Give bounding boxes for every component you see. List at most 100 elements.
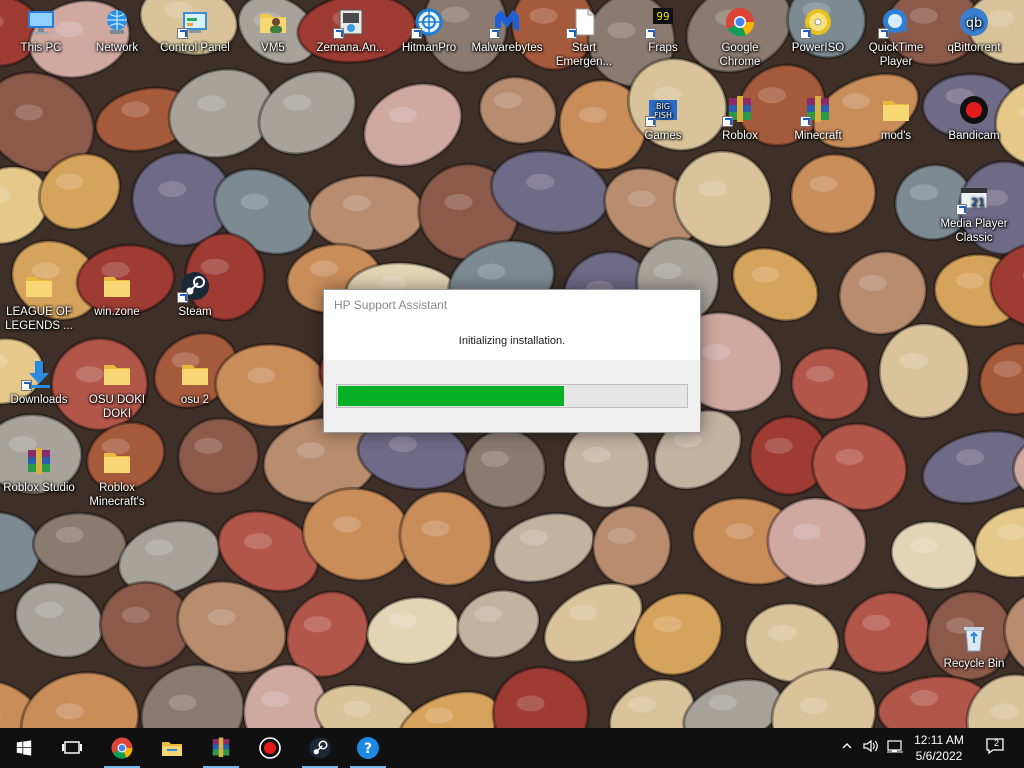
pebble-highlight [764, 437, 793, 454]
desktop-icon-label: This PC [20, 42, 62, 54]
taskbar-file-explorer-button[interactable] [148, 728, 196, 768]
desktop-icon-quicktime[interactable]: QuickTime Player [858, 6, 934, 69]
task-view-button[interactable] [48, 728, 96, 768]
dialog-titlebar[interactable]: HP Support Assistant [324, 290, 700, 320]
desktop-icon-google-chrome[interactable]: Google Chrome [702, 6, 778, 69]
taskbar[interactable]: ? 12:11 AM 5/6/2022 2 [0, 728, 1024, 768]
chrome-icon [110, 736, 134, 760]
winrar-archive-icon [722, 94, 756, 127]
desktop-icon-zemana[interactable]: Zemana.An... [313, 6, 389, 55]
desktop-icon-label: LEAGUE OF LEGENDS ... [5, 306, 73, 332]
volume-icon [862, 738, 880, 759]
taskbar-winrar-button[interactable] [197, 728, 245, 768]
malwarebytes-icon [489, 6, 523, 39]
desktop-icon-roblox-minecrafts[interactable]: Roblox Minecraft's [79, 446, 155, 509]
pebble-highlight [296, 442, 325, 459]
pebble-highlight [421, 520, 450, 537]
start-button[interactable] [0, 728, 48, 768]
desktop-icon-downloads[interactable]: Downloads [1, 358, 77, 407]
desktop-icon-malwarebytes[interactable]: Malwarebytes [469, 6, 545, 55]
desktop-icon-steam[interactable]: Steam [157, 270, 233, 319]
pebble-highlight [343, 700, 372, 717]
pebble-highlight [653, 263, 682, 280]
action-center-button[interactable] [980, 728, 1010, 768]
qbittorrent-icon: qb [958, 6, 990, 38]
pebble-highlight [197, 95, 226, 112]
desktop-icon-fraps[interactable]: 99 Fraps [625, 6, 701, 55]
taskbar-chrome-button[interactable] [98, 728, 146, 768]
dialog-content: Initializing installation. [324, 320, 700, 360]
pebble-highlight [725, 523, 754, 540]
pebble-highlight [261, 691, 289, 708]
pebble-highlight [955, 272, 984, 289]
pebble-highlight [799, 697, 828, 714]
desktop-icon-label: Malwarebytes [471, 42, 543, 54]
pebble-highlight [993, 361, 1022, 377]
status-message: Initializing installation. [458, 335, 566, 347]
desktop-icon-roblox-studio[interactable]: Roblox Studio [1, 446, 77, 495]
desktop-icon-label: OSU DOKI DOKI [88, 394, 146, 420]
desktop-icon-vm5[interactable]: VM5 [235, 6, 311, 55]
desktop-icon-osu-2[interactable]: osu 2 [157, 358, 233, 407]
pebble-highlight [283, 94, 312, 111]
pebble-highlight [55, 526, 84, 543]
desktop-icon-label: Zemana.An... [316, 42, 386, 54]
desktop-icon-control-panel[interactable]: Control Panel [157, 6, 233, 55]
installer-dialog[interactable]: HP Support Assistant Initializing instal… [323, 289, 701, 433]
desktop-icon-start-emergency[interactable]: Start Emergen... [546, 6, 622, 69]
desktop-icon-label: Google Chrome [719, 42, 761, 68]
desktop-icon-games[interactable]: BIG FISH Games [625, 94, 701, 143]
dialog-title: HP Support Assistant [334, 298, 448, 312]
pebble-highlight [333, 516, 361, 533]
desktop-icon-win-zone[interactable]: win.zone [79, 270, 155, 319]
desktop-icon-qbittorrent[interactable]: qb qBittorrent [936, 6, 1012, 55]
folder-icon [101, 270, 133, 302]
pebble-highlight [194, 437, 223, 454]
media-player-classic-icon: 21 [956, 182, 990, 215]
show-hidden-icons-button[interactable] [838, 728, 856, 768]
taskbar-bandicam-button[interactable] [246, 728, 294, 768]
poweriso-icon [800, 6, 834, 39]
document-icon [566, 6, 600, 39]
pebble-highlight [389, 612, 418, 629]
desktop-icon-poweriso[interactable]: PowerISO [780, 6, 856, 55]
desktop-icon-bandicam[interactable]: Bandicam [936, 94, 1012, 143]
hitmanpro-icon [411, 6, 445, 39]
desktop-icon-league-of-legends[interactable]: LEAGUE OF LEGENDS ... [1, 270, 77, 333]
clock-date: 5/6/2022 [915, 749, 963, 763]
svg-text:BIG: BIG [656, 102, 670, 111]
pebble-highlight [627, 190, 656, 207]
pebble-highlight [526, 173, 555, 190]
desktop-icon-network[interactable]: Network [79, 6, 155, 55]
pebble-highlight [792, 523, 821, 540]
pebble [307, 174, 426, 253]
progress-bar [336, 384, 688, 408]
desktop-icon-this-pc[interactable]: This PC [3, 6, 79, 55]
bandicam-icon [958, 94, 990, 126]
desktop-icon-osu-doki-doki[interactable]: OSU DOKI DOKI [79, 358, 155, 421]
desktop-icon-label: Recycle Bin [943, 658, 1005, 670]
pebble-highlight [310, 260, 338, 277]
desktop-icon-media-player-classic[interactable]: 21 Media Player Classic [936, 182, 1012, 245]
svg-text:?: ? [364, 741, 372, 757]
desktop-icon-minecraft[interactable]: Minecraft [780, 94, 856, 143]
taskbar-clock[interactable]: 12:11 AM 5/6/2022 [906, 732, 972, 764]
pebble-highlight [809, 176, 838, 192]
pebble-highlight [121, 607, 150, 623]
network-status-button[interactable] [884, 728, 906, 768]
taskbar-steam-button[interactable] [296, 728, 344, 768]
pebble-highlight [653, 616, 682, 633]
taskbar-hp-support-assistant-button[interactable]: ? [344, 728, 392, 768]
volume-button[interactable] [860, 728, 882, 768]
desktop-icon-mods[interactable]: mod's [858, 94, 934, 143]
pebble-highlight [477, 263, 506, 280]
desktop-icon-label: HitmanPro [401, 42, 457, 54]
desktop-icon-label: Minecraft [794, 130, 842, 142]
desktop-icon-label: PowerISO [791, 42, 845, 54]
desktop-icon-roblox[interactable]: Roblox [702, 94, 778, 143]
pebble-highlight [519, 529, 548, 546]
pebble-highlight [207, 609, 236, 626]
desktop-icon-recycle-bin[interactable]: Recycle Bin [936, 622, 1012, 671]
desktop-icon-hitmanpro[interactable]: HitmanPro [391, 6, 467, 55]
pebble-highlight [444, 194, 473, 210]
